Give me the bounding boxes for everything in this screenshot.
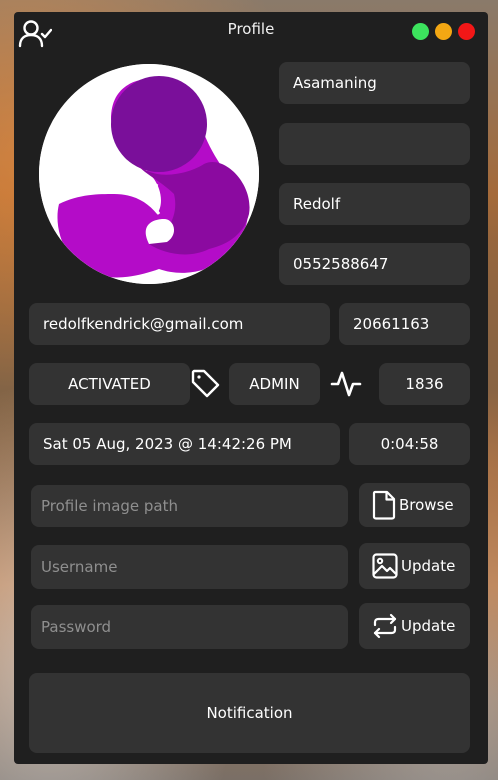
avatar-logo-image — [39, 64, 259, 284]
datetime-display: Sat 05 Aug, 2023 @ 14:42:26 PM — [29, 423, 340, 465]
status-badge: ACTIVATED — [29, 363, 190, 405]
role-badge: ADMIN — [229, 363, 320, 405]
profile-avatar[interactable] — [39, 64, 259, 284]
maximize-button[interactable] — [412, 23, 429, 40]
update-username-button[interactable]: Update — [359, 543, 470, 589]
notification-area: Notification — [29, 673, 470, 753]
tag-icon — [191, 369, 220, 398]
email-field[interactable]: redolfkendrick@gmail.com — [29, 303, 330, 345]
password-input[interactable] — [31, 605, 348, 649]
title-bar[interactable]: Profile — [14, 12, 488, 52]
username-input[interactable] — [31, 545, 348, 589]
activity-icon — [330, 371, 362, 397]
activity-count-field: 1836 — [379, 363, 470, 405]
first-name-field[interactable]: Asamaning — [279, 62, 470, 104]
update-password-button[interactable]: Update — [359, 603, 470, 649]
update-password-label: Update — [401, 617, 456, 635]
middle-name-field[interactable] — [279, 123, 470, 165]
phone-field[interactable]: 0552588647 — [279, 243, 470, 285]
close-button[interactable] — [458, 23, 475, 40]
session-timer: 0:04:58 — [349, 423, 470, 465]
repeat-icon — [373, 613, 397, 639]
image-icon — [372, 553, 398, 579]
file-icon — [372, 490, 396, 520]
profile-window: Profile Asamaning Redolf 0552588647 redo… — [14, 12, 488, 764]
last-name-field[interactable]: Redolf — [279, 183, 470, 225]
browse-button[interactable]: Browse — [359, 483, 470, 527]
minimize-button[interactable] — [435, 23, 452, 40]
update-username-label: Update — [401, 557, 456, 575]
browse-button-label: Browse — [399, 496, 454, 514]
id-number-field[interactable]: 20661163 — [339, 303, 470, 345]
profile-image-path-input[interactable] — [31, 485, 348, 527]
